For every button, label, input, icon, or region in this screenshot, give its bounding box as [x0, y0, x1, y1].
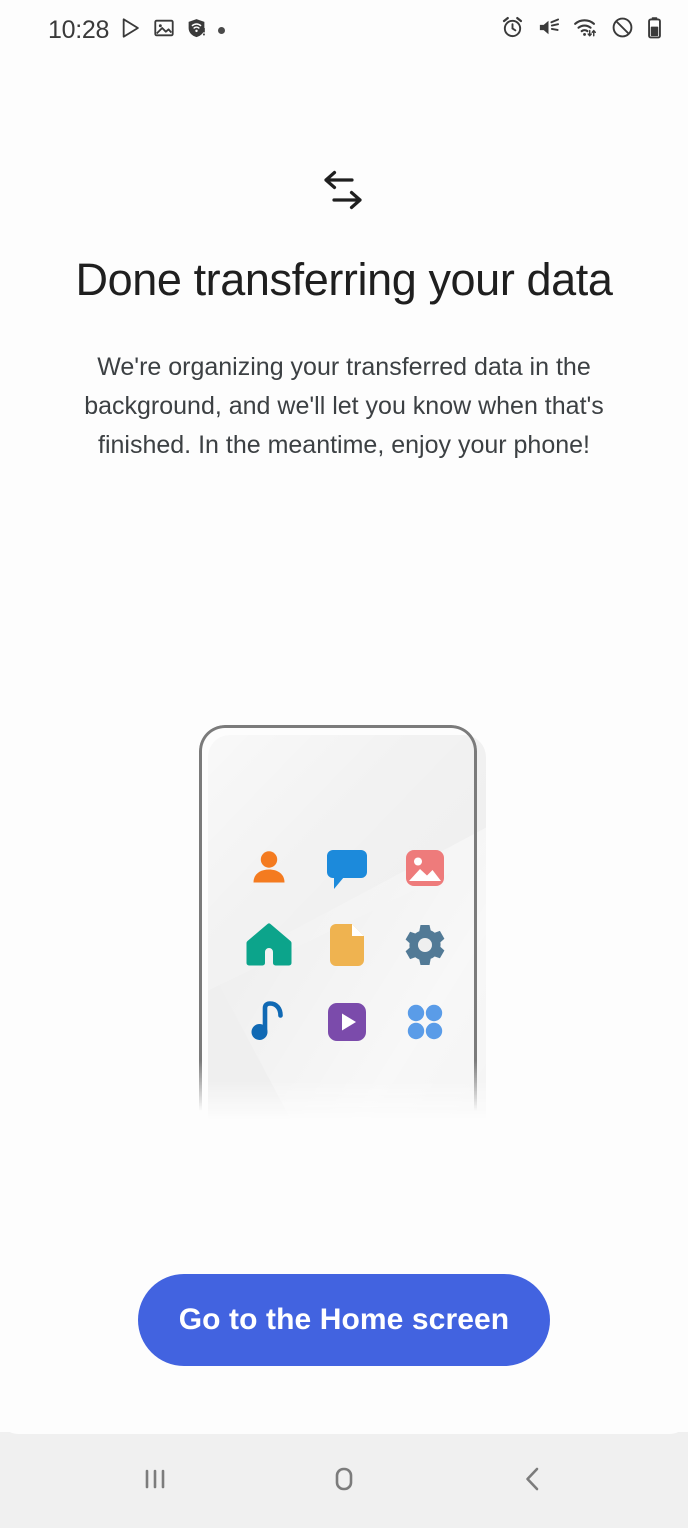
- apps-grid-icon: [397, 994, 453, 1050]
- status-bar: 10:28: [0, 0, 688, 60]
- mute-volume-icon: [537, 16, 560, 44]
- go-to-home-screen-button[interactable]: Go to the Home screen: [138, 1274, 550, 1366]
- documents-icon: [319, 917, 375, 973]
- status-bar-left: 10:28: [48, 15, 226, 45]
- music-note-icon: [241, 994, 297, 1050]
- page-description: We're organizing your transferred data i…: [84, 353, 604, 459]
- phone-illustration-outline: [199, 725, 477, 1115]
- back-button[interactable]: [488, 1445, 578, 1515]
- home-square-icon: [327, 1462, 361, 1499]
- main-content: Done transferring your data We're organi…: [0, 60, 688, 1432]
- home-icon: [241, 917, 297, 973]
- play-store-icon: [120, 17, 142, 44]
- alarm-clock-icon: [501, 16, 524, 44]
- status-bar-clock: 10:28: [48, 15, 110, 44]
- do-not-disturb-icon: [611, 16, 634, 44]
- back-chevron-icon: [516, 1462, 550, 1499]
- gallery-image-icon: [153, 17, 175, 44]
- contacts-icon: [241, 840, 297, 896]
- system-navigation-bar: [0, 1414, 688, 1528]
- settings-gear-icon: [397, 917, 453, 973]
- phone-screen: 10:28 Done transferring your data We're …: [0, 0, 688, 1528]
- wifi-signal-icon: [573, 16, 598, 44]
- battery-icon: [647, 16, 662, 44]
- video-play-icon: [319, 994, 375, 1050]
- recents-button[interactable]: [110, 1445, 200, 1515]
- home-button[interactable]: [299, 1445, 389, 1515]
- messages-icon: [319, 840, 375, 896]
- photos-icon: [397, 840, 453, 896]
- phone-with-apps-illustration: [0, 725, 688, 1185]
- phone-illustration-screen: [208, 735, 486, 1120]
- status-bar-right: [501, 16, 662, 44]
- screen-gloss-highlight-secondary: [212, 802, 486, 1120]
- notification-dot-icon: [218, 26, 226, 34]
- page-title: Done transferring your data: [75, 254, 613, 305]
- app-icon-grid: [208, 829, 486, 1060]
- data-transfer-arrows-icon: [316, 168, 372, 216]
- secure-wifi-shield-icon: [186, 17, 207, 44]
- screen-gloss-highlight: [208, 735, 486, 1006]
- recents-icon: [138, 1462, 172, 1499]
- cta-area: Go to the Home screen: [0, 1274, 688, 1366]
